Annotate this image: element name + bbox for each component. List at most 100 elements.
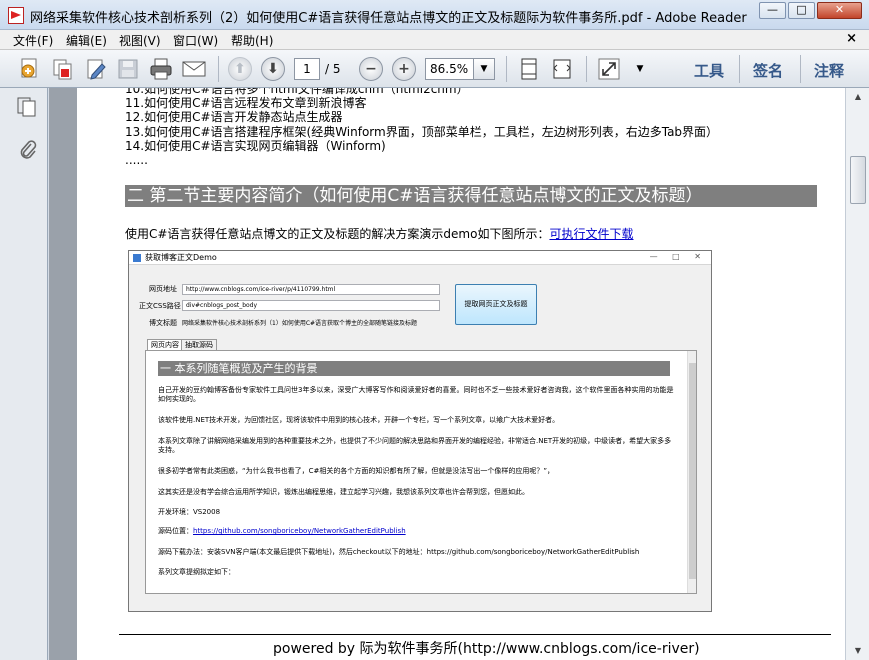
paperclip-icon	[20, 140, 37, 159]
next-page-button[interactable]: ⬇	[259, 55, 287, 83]
zoom-input[interactable]: 86.5%	[425, 58, 473, 80]
demo-paragraph: 源码下载办法：安装SVN客户端(本文最后提供下载地址)，然后checkout以下…	[158, 548, 640, 556]
scrollbar-thumb[interactable]	[850, 156, 866, 204]
adobe-reader-icon	[8, 7, 24, 24]
combine-files-button[interactable]	[49, 55, 77, 83]
source-link: https://github.com/songboriceboy/Network…	[193, 527, 406, 535]
menu-file[interactable]: 文件(F)	[13, 32, 53, 49]
chevron-down-icon: ▼	[636, 64, 644, 74]
source-label: 源码位置：	[158, 527, 193, 535]
demo-heading: 一 本系列随笔概览及产生的背景	[158, 361, 670, 376]
demo-paragraph: 该软件使用.NET技术开发，为回馈社区，现将该软件中用到的核心技术，开辟一个专栏…	[158, 416, 560, 424]
zoom-in-button[interactable]: +	[390, 55, 418, 83]
minus-icon: −	[359, 57, 383, 81]
page-thumbnails-button[interactable]	[16, 96, 38, 118]
toolbar-separator	[218, 56, 219, 82]
list-item: 12.如何使用C#语言开发静态站点生成器	[125, 110, 343, 124]
print-button[interactable]	[147, 55, 175, 83]
list-item: 14.如何使用C#语言实现网页编辑器（Winform)	[125, 139, 386, 153]
navigation-pane	[0, 88, 48, 660]
download-link[interactable]: 可执行文件下载	[549, 227, 633, 241]
menu-view[interactable]: 视图(V)	[119, 32, 161, 49]
pdf-page: 10.如何使用C#语言将多个html文件编译成chm（html2chm） 11.…	[77, 88, 845, 660]
scroll-down-button[interactable]: ▼	[850, 644, 866, 658]
demo-paragraph: 自己开发的豆约翰博客备份专家软件工具问世3年多以来，深受广大博客写作和阅读爱好者…	[158, 386, 674, 403]
fit-page-icon	[521, 58, 537, 80]
previous-page-button[interactable]: ⬆	[226, 55, 254, 83]
attachments-button[interactable]	[16, 138, 38, 160]
toolbar-separator	[586, 56, 587, 82]
demo-paragraph: 系列文章提纲拟定如下：	[158, 568, 235, 576]
demo-scrollbar	[687, 351, 696, 593]
app-icon	[133, 254, 141, 262]
plus-icon: +	[392, 57, 416, 81]
page-number-input[interactable]: 1	[294, 58, 320, 80]
window-title: 网络采集软件核心技术剖析系列（2）如何使用C#语言获得任意站点博文的正文及标题际…	[30, 11, 747, 26]
pages-icon	[17, 97, 36, 117]
scroll-up-button[interactable]: ▲	[850, 90, 866, 104]
close-document-button[interactable]: ×	[846, 31, 857, 46]
label-css-path: 正文CSS路径	[139, 302, 181, 310]
demo-source-line: 源码位置：https://github.com/songboriceboy/Ne…	[158, 527, 678, 536]
demo-window-controls: — □ ✕	[649, 252, 707, 261]
document-view[interactable]: 10.如何使用C#语言将多个html文件编译成chm（html2chm） 11.…	[49, 88, 845, 660]
footer-rule	[119, 634, 831, 635]
page-footer: powered by 际为软件事务所(http://www.cnblogs.co…	[273, 641, 700, 657]
menu-help[interactable]: 帮助(H)	[231, 32, 273, 49]
create-pdf-button[interactable]	[16, 55, 44, 83]
chevron-down-icon: ▼	[480, 64, 488, 74]
zoom-out-button[interactable]: −	[357, 55, 385, 83]
envelope-icon	[182, 61, 206, 77]
tab-sign[interactable]: 签名	[753, 60, 783, 81]
maximize-button[interactable]: □	[788, 2, 815, 19]
arrow-down-icon: ⬇	[261, 57, 285, 81]
minimize-button[interactable]: —	[759, 2, 786, 19]
pencil-document-icon	[87, 59, 106, 80]
demo-paragraph: 很多初学者常有此类困惑，“为什么我书也看了，C#相关的各个方面的知识都有所了解，…	[158, 467, 555, 475]
save-button[interactable]	[114, 55, 142, 83]
toolbar-separator	[506, 56, 507, 82]
save-icon	[118, 59, 138, 79]
fit-page-button[interactable]	[515, 55, 543, 83]
fit-width-icon	[553, 59, 571, 79]
title-bar: 网络采集软件核心技术剖析系列（2）如何使用C#语言获得任意站点博文的正文及标题际…	[0, 0, 869, 30]
menu-edit[interactable]: 编辑(E)	[66, 32, 107, 49]
page-total: / 5	[325, 62, 341, 76]
fit-width-button[interactable]	[548, 55, 576, 83]
demo-content-panel: 一 本系列随笔概览及产生的背景 自己开发的豆约翰博客备份专家软件工具问世3年多以…	[145, 350, 697, 594]
intro-text: 使用C#语言获得任意站点博文的正文及标题的解决方案演示demo如下图所示：	[125, 227, 550, 241]
triangle-down-icon: ▼	[854, 646, 862, 655]
css-path-field: div#cnblogs_post_body	[182, 300, 440, 311]
close-button[interactable]: ✕	[817, 2, 862, 19]
list-item: 13.如何使用C#语言搭建程序框架(经典Winform界面，顶部菜单栏，工具栏，…	[125, 125, 719, 139]
section-heading: 二 第二节主要内容简介（如何使用C#语言获得任意站点博文的正文及标题）	[125, 185, 817, 207]
tab-separator	[800, 55, 801, 83]
tab-comment[interactable]: 注释	[814, 60, 844, 81]
demo-paragraph: 这其实还是没有学会综合运用所学知识，锻炼出编程思维，建立起学习兴趣，我想该系列文…	[158, 488, 529, 496]
vertical-scrollbar[interactable]: ▲ ▼	[845, 88, 869, 660]
menu-window[interactable]: 窗口(W)	[173, 32, 218, 49]
label-title: 博文标题	[149, 319, 177, 327]
tab-tools[interactable]: 工具	[694, 60, 724, 81]
list-item: ......	[125, 153, 148, 167]
demo-screenshot: 获取博客正文Demo — □ ✕ 网页地址 http://www.cnblogs…	[128, 250, 712, 612]
email-button[interactable]	[180, 55, 208, 83]
tab-page-content: 网页内容	[147, 339, 183, 350]
extract-button: 提取网页正文及标题	[455, 284, 537, 325]
demo-title-bar: 获取博客正文Demo — □ ✕	[129, 251, 711, 265]
tab-separator	[739, 55, 740, 83]
demo-scrollbar-thumb	[689, 363, 696, 579]
edit-button[interactable]	[82, 55, 110, 83]
tab-source-code: 抽取源码	[181, 339, 217, 350]
printer-icon	[150, 58, 172, 80]
menu-bar: 文件(F) 编辑(E) 视图(V) 窗口(W) 帮助(H) ×	[0, 30, 869, 50]
arrow-up-icon: ⬆	[228, 57, 252, 81]
demo-paragraph: 开发环境：VS2008	[158, 508, 221, 516]
url-field: http://www.cnblogs.com/ice-river/p/41107…	[182, 284, 440, 295]
toolbar-options-button[interactable]: ▼	[626, 55, 654, 83]
full-screen-button[interactable]	[595, 55, 623, 83]
label-url: 网页地址	[149, 285, 177, 293]
zoom-dropdown-button[interactable]: ▼	[473, 58, 495, 80]
combine-files-icon	[53, 59, 72, 80]
demo-paragraph: 本系列文章除了讲解网络采编发用到的各种重要技术之外，也提供了不少问题的解决思路和…	[158, 437, 672, 454]
